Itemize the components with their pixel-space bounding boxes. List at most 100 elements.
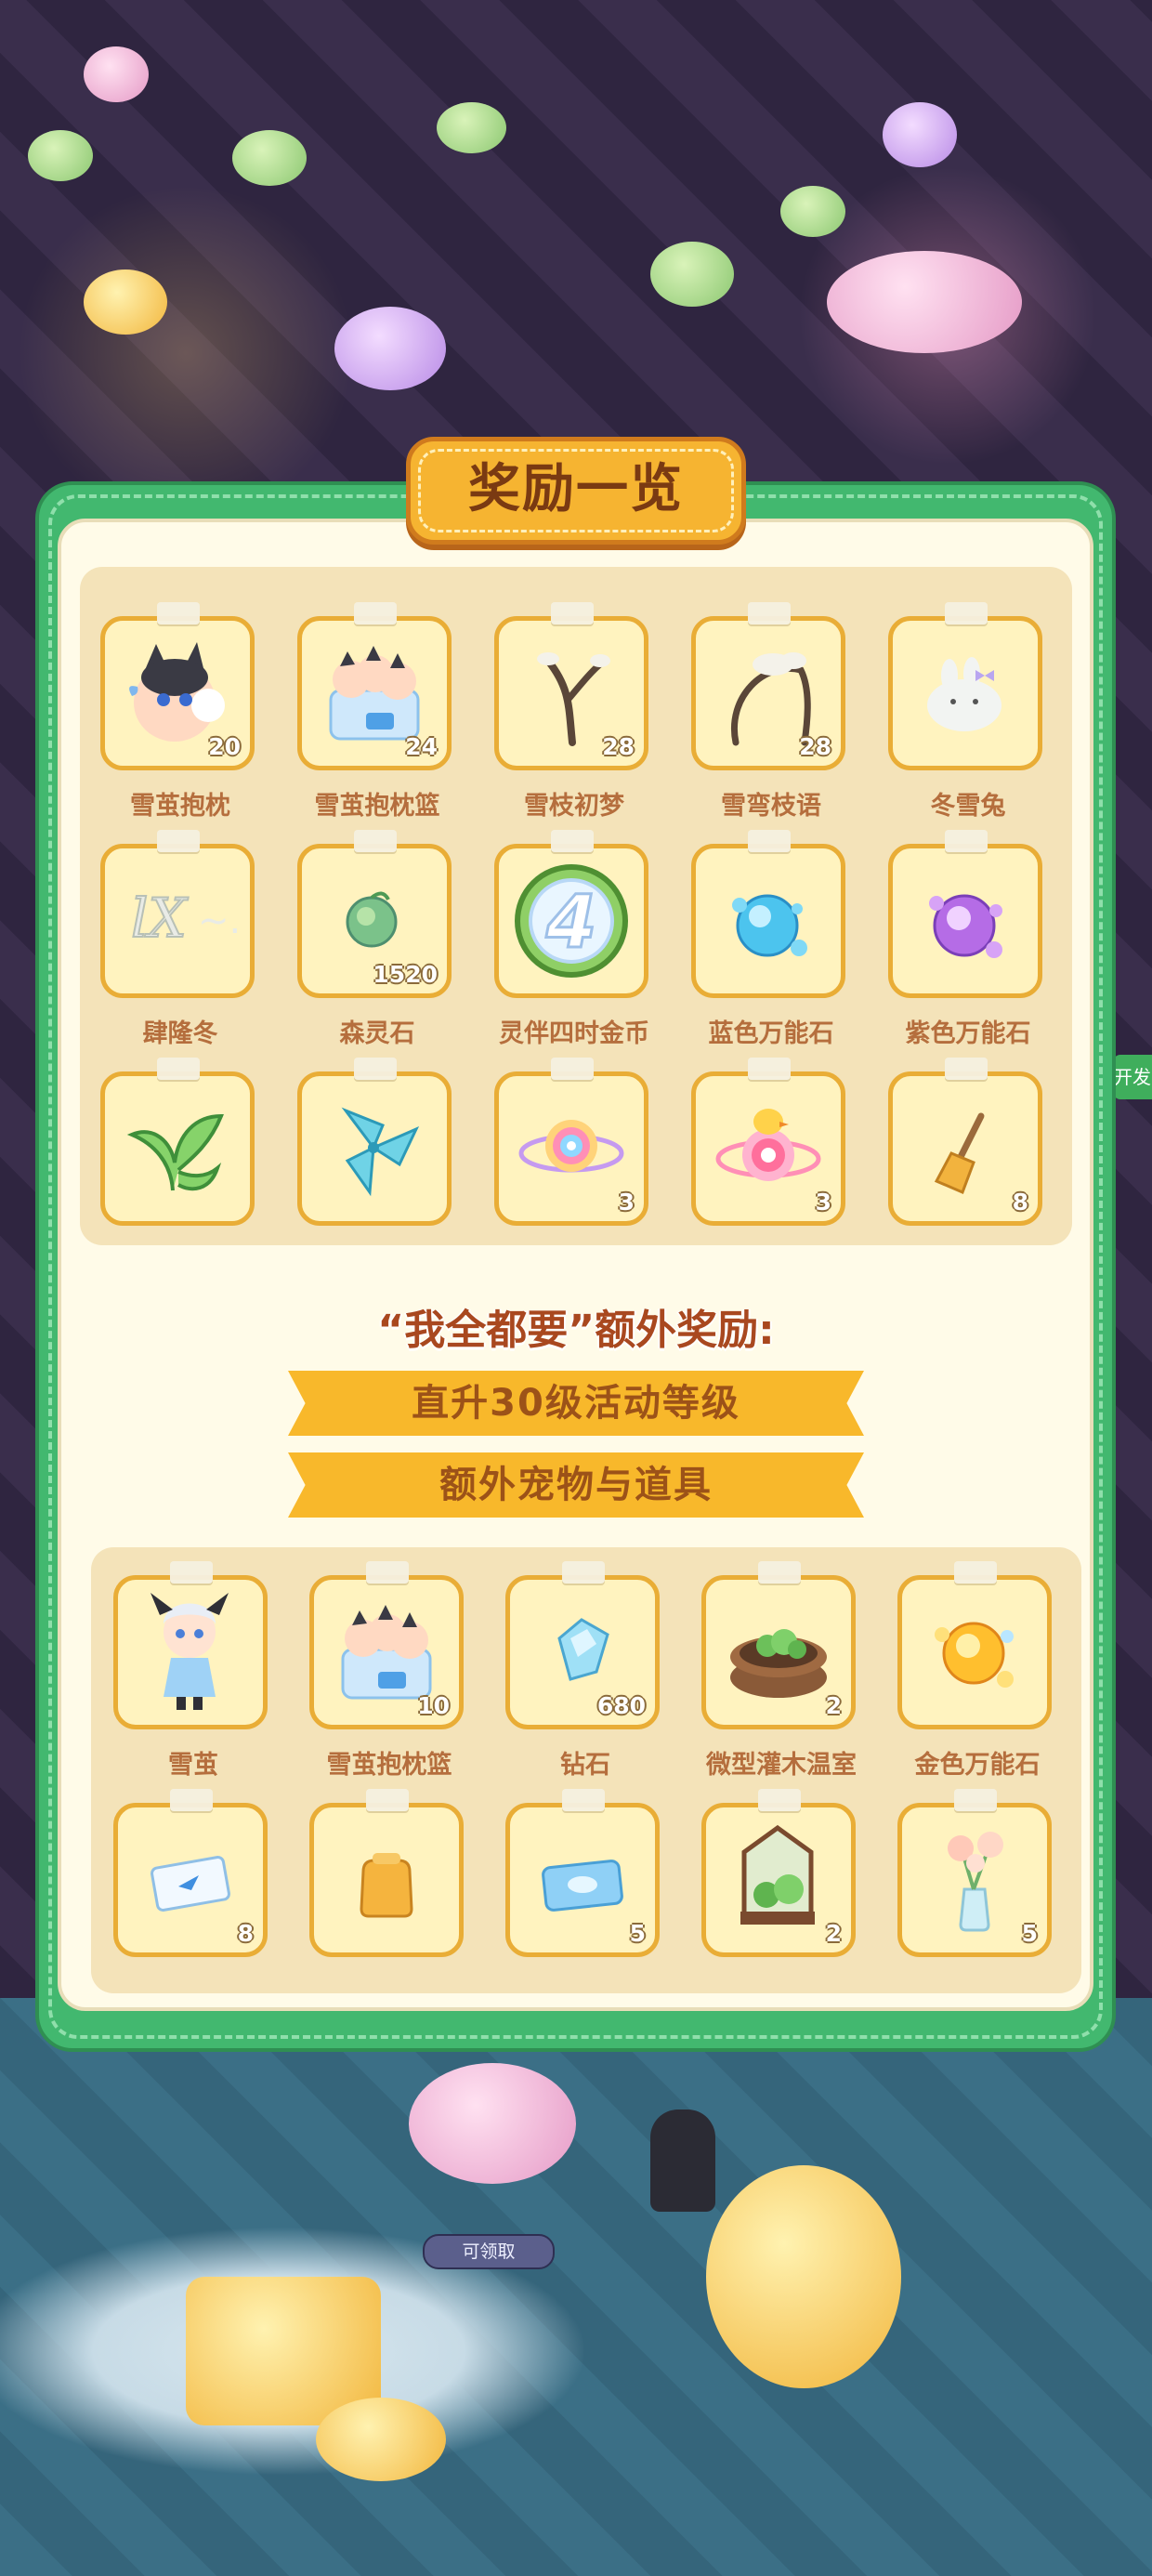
reward-item[interactable]: 28 雪枝初梦 — [494, 602, 654, 821]
reward-item[interactable]: 雪茧 — [113, 1561, 273, 1781]
reward-item[interactable] — [309, 1789, 469, 1957]
item-label: 微型灌木温室 — [706, 1751, 857, 1780]
reward-item[interactable]: 5 — [505, 1789, 665, 1957]
reward-item[interactable]: 冬雪兔 — [888, 602, 1048, 821]
item-count: 8 — [1012, 1189, 1028, 1216]
item-label: 雪茧抱枕篮 — [314, 792, 440, 821]
reward-list: 20 雪茧抱枕 24 雪茧抱枕篮 28 雪枝初梦 28 雪弯枝语 冬雪兔 lX ~. 肆隆冬 1520 森… — [80, 567, 1072, 1245]
item-label: 雪茧抱枕篮 — [326, 1751, 452, 1780]
item-label: 雪茧抱枕 — [130, 792, 230, 821]
item-count: 3 — [618, 1189, 635, 1216]
cake-decoration — [84, 269, 167, 335]
item-label: 蓝色万能石 — [708, 1019, 834, 1048]
purple-universal-stone-icon — [893, 848, 1038, 993]
reward-tile[interactable]: 8 — [113, 1789, 268, 1957]
reward-item[interactable]: 8 — [888, 1058, 1048, 1226]
reward-tile[interactable] — [297, 1058, 452, 1226]
reward-tile[interactable] — [888, 602, 1042, 770]
reward-item[interactable]: 8 — [113, 1789, 273, 1957]
reward-tile[interactable]: 3 — [494, 1058, 648, 1226]
item-count: 10 — [417, 1692, 450, 1719]
reward-tile[interactable]: 4 — [494, 830, 648, 998]
item-count: 24 — [405, 733, 438, 760]
bush-decoration — [232, 130, 307, 186]
reward-item[interactable]: 10 雪茧抱枕篮 — [309, 1561, 469, 1781]
claim-button[interactable]: 可领取 — [423, 2234, 555, 2269]
reward-tile[interactable]: 3 — [691, 1058, 845, 1226]
reward-item[interactable]: 28 雪弯枝语 — [691, 602, 851, 821]
item-count: 2 — [825, 1692, 842, 1719]
item-count: 5 — [629, 1920, 646, 1947]
item-count: 5 — [1021, 1920, 1038, 1947]
reward-tile[interactable]: 28 — [494, 602, 648, 770]
yellow-bag-icon — [314, 1807, 459, 1952]
item-label: 金色万能石 — [914, 1751, 1041, 1780]
svg-text:~.: ~. — [198, 900, 241, 942]
item-count: 2 — [825, 1920, 842, 1947]
reward-item[interactable]: 2 — [701, 1789, 861, 1957]
side-tab[interactable]: 开发 — [1113, 1055, 1152, 1099]
reward-item[interactable] — [297, 1058, 457, 1226]
reward-item[interactable]: 紫色万能石 — [888, 830, 1048, 1049]
item-label: 雪枝初梦 — [524, 792, 624, 821]
reward-tile[interactable] — [691, 830, 845, 998]
reward-tile[interactable] — [897, 1561, 1052, 1729]
reward-tile[interactable]: 1520 — [297, 830, 452, 998]
item-count: 8 — [237, 1920, 254, 1947]
reward-tile[interactable]: lX ~. — [100, 830, 255, 998]
reward-tile[interactable]: 8 — [888, 1058, 1042, 1226]
pet-decoration — [883, 102, 957, 167]
blue-pinwheel-icon — [302, 1076, 447, 1221]
title-plaque: 奖励一览 — [406, 437, 746, 545]
reward-tile[interactable] — [888, 830, 1042, 998]
reward-tile[interactable]: 2 — [701, 1561, 856, 1729]
reward-item[interactable]: 1520 森灵石 — [297, 830, 457, 1049]
floor-tiles — [0, 1998, 1152, 2576]
reward-item[interactable]: 5 — [897, 1789, 1057, 1957]
bush-decoration — [437, 102, 506, 153]
snow-bunny-icon — [893, 621, 1038, 766]
reward-item[interactable]: 金色万能石 — [897, 1561, 1057, 1781]
reward-item[interactable]: 24 雪茧抱枕篮 — [297, 602, 457, 821]
reward-tile[interactable] — [100, 1058, 255, 1226]
extra-reward-title: “我全都要”额外奖励: — [377, 1307, 775, 1354]
item-label: 钻石 — [560, 1751, 610, 1780]
reward-item[interactable]: 4 灵伴四时金币 — [494, 830, 654, 1049]
reward-tile[interactable]: 680 — [505, 1561, 660, 1729]
item-label: 紫色万能石 — [905, 1019, 1031, 1048]
reward-tile[interactable]: 28 — [691, 602, 845, 770]
bush-decoration — [780, 186, 845, 237]
reward-tile[interactable]: 10 — [309, 1561, 464, 1729]
item-label: 森灵石 — [339, 1019, 415, 1048]
reward-tile[interactable] — [113, 1561, 268, 1729]
svg-text:lX: lX — [131, 887, 190, 950]
item-count: 28 — [799, 733, 831, 760]
reward-item[interactable]: 20 雪茧抱枕 — [100, 602, 260, 821]
reward-tile[interactable]: 2 — [701, 1789, 856, 1957]
gold-universal-stone-icon — [902, 1580, 1047, 1725]
reward-item[interactable] — [100, 1058, 260, 1226]
reward-item[interactable]: 680 钻石 — [505, 1561, 665, 1781]
flower-decoration — [334, 307, 446, 390]
item-count: 3 — [815, 1189, 831, 1216]
flower-bush-decoration — [409, 2063, 576, 2184]
reward-item[interactable]: 3 — [691, 1058, 851, 1226]
reward-item[interactable]: lX ~. 肆隆冬 — [100, 830, 260, 1049]
level-up-ribbon: 直升30级活动等级 — [288, 1371, 864, 1436]
item-label: 冬雪兔 — [930, 792, 1006, 821]
extra-pets-ribbon: 额外宠物与道具 — [288, 1452, 864, 1518]
reward-item[interactable]: 2 微型灌木温室 — [701, 1561, 861, 1781]
reward-tile[interactable]: 5 — [505, 1789, 660, 1957]
reward-tile[interactable]: 24 — [297, 602, 452, 770]
item-count: 28 — [602, 733, 635, 760]
four-coin-icon: 4 — [499, 848, 644, 993]
reward-tile[interactable]: 5 — [897, 1789, 1052, 1957]
reward-item[interactable]: 3 — [494, 1058, 654, 1226]
green-sprout-icon — [105, 1076, 250, 1221]
reward-tile[interactable]: 20 — [100, 602, 255, 770]
pet-decoration — [84, 46, 149, 102]
reward-tile[interactable] — [309, 1789, 464, 1957]
reward-item[interactable]: 蓝色万能石 — [691, 830, 851, 1049]
chicks-decoration — [316, 2398, 446, 2481]
item-count: 1520 — [373, 961, 438, 988]
